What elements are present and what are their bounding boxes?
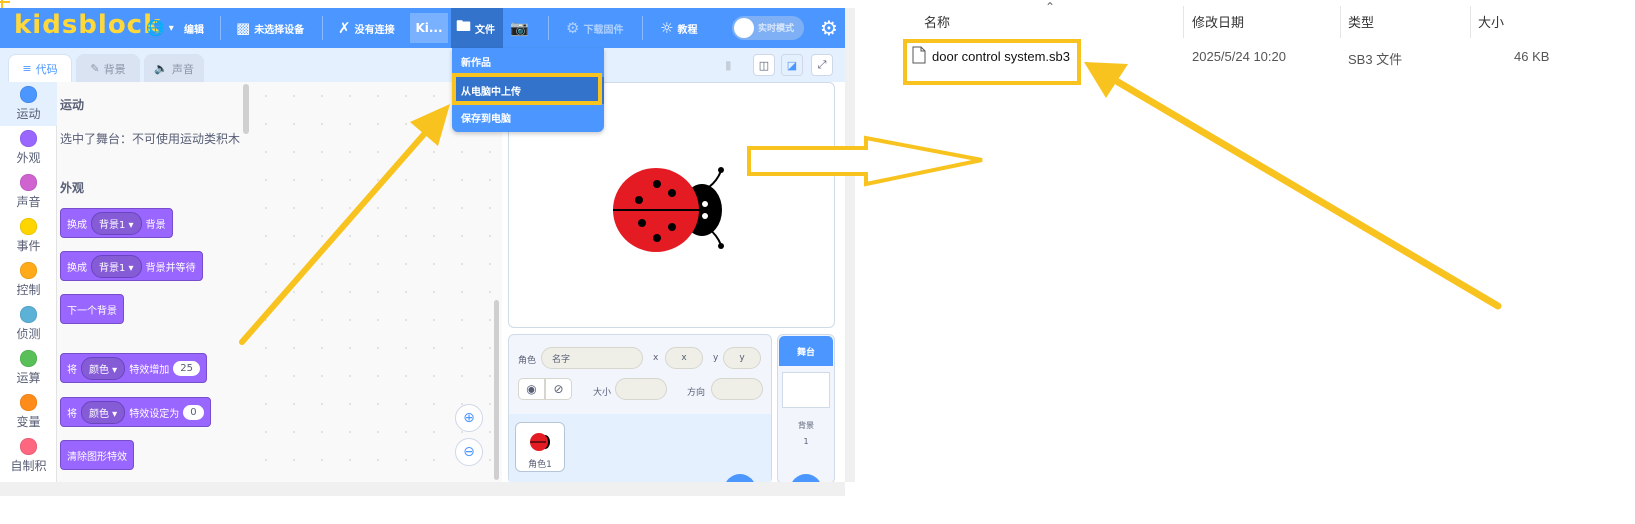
arrow-to-file-icon	[1084, 62, 1502, 310]
annotation-overlay	[0, 0, 1502, 345]
right-arrow-icon	[747, 135, 983, 187]
arrow-to-upload-icon	[239, 104, 450, 345]
window-edge-mark	[0, 0, 10, 8]
